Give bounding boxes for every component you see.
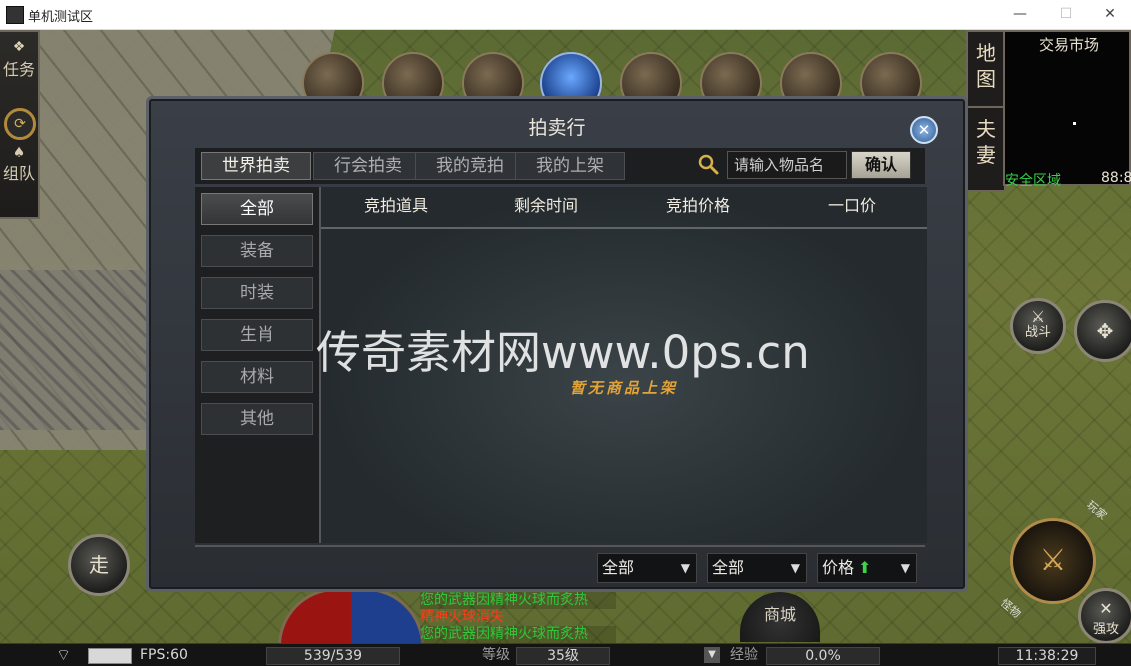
status-bar: ⌔ FPS:60 539/539 等级 35级 ▼ 经验 0.0% 11:38:… [0, 643, 1131, 666]
chat-line: 您的武器因精神火球而炙热 [420, 592, 616, 609]
filter-dropdown-1[interactable]: 全部 ▼ [597, 553, 697, 583]
hp-readout: 539/539 [266, 647, 400, 665]
exp-value: 0.0% [766, 647, 880, 665]
sword-icon: ✕ [1099, 599, 1113, 618]
chevron-down-icon: ▼ [900, 561, 910, 575]
filter-bar: 全部 ▼ 全部 ▼ 价格 ⬆ ▼ [195, 545, 925, 587]
chevron-down-icon: ▼ [790, 561, 800, 575]
clock: 11:38:29 [998, 647, 1096, 665]
map-name: 交易市场 [1038, 36, 1099, 54]
watermark: 传奇素材网www.0ps.cn [316, 326, 810, 379]
column-header: 竞拍道具 剩余时间 竞拍价格 一口价 [321, 187, 927, 229]
power-attack-button[interactable]: ✕ 强攻 [1078, 588, 1131, 644]
col-bid-price[interactable]: 竞拍价格 [623, 187, 773, 225]
confirm-button[interactable]: 确认 [851, 151, 911, 179]
tab-my-listings[interactable]: 我的上架 [515, 152, 625, 180]
category-zodiac[interactable]: 生肖 [201, 319, 313, 351]
category-fashion[interactable]: 时装 [201, 277, 313, 309]
close-window-button[interactable]: ✕ [1087, 0, 1131, 29]
app-icon [6, 6, 24, 24]
map-side-buttons: 地图 夫妻 [966, 30, 1006, 192]
minimap[interactable]: 交易市场 安全区域 88:85 [1003, 30, 1131, 189]
team-icon: ♠ [12, 145, 26, 161]
crossed-swords-icon: ⚔ [1030, 307, 1046, 326]
window-titlebar: 单机测试区 — ☐ ✕ [0, 0, 1131, 30]
col-buyout[interactable]: 一口价 [777, 187, 927, 225]
chat-log: 您的武器因精神火球而炙热 精神火球消失 您的武器因精神火球而炙热 [420, 592, 616, 644]
left-quest-bar: ❖ 任务 ⟳ ♠ 组队 [0, 30, 40, 219]
col-item[interactable]: 竞拍道具 [321, 187, 471, 225]
category-other[interactable]: 其他 [201, 403, 313, 435]
chevron-down-icon: ▼ [680, 561, 690, 575]
exp-label: 经验 [730, 647, 758, 663]
category-all[interactable]: 全部 [201, 193, 313, 225]
main-attack-button[interactable]: ⚔ [1010, 518, 1096, 604]
sword-icon: ⚔ [1039, 543, 1067, 578]
battery-icon [88, 648, 132, 664]
move-button[interactable]: ✥ [1074, 300, 1131, 362]
sort-price-dropdown[interactable]: 价格 ⬆ ▼ [817, 553, 917, 583]
search-input[interactable]: 请输入物品名 [727, 151, 847, 179]
battle-button[interactable]: ⚔ 战斗 [1010, 298, 1066, 354]
walk-button[interactable]: 走 [68, 534, 130, 596]
compass-icon: ✥ [1096, 319, 1114, 343]
spouse-button[interactable]: 夫妻 [968, 106, 1004, 180]
tab-my-bids[interactable]: 我的竞拍 [415, 152, 525, 180]
panel-title: 拍卖行 [528, 117, 586, 139]
map-button[interactable]: 地图 [968, 32, 1004, 106]
filter-dropdown-2[interactable]: 全部 ▼ [707, 553, 807, 583]
tab-guild-auction[interactable]: 行会拍卖 [313, 152, 423, 180]
chat-line: 您的武器因精神火球而炙热 [420, 626, 616, 643]
team-button[interactable]: 组队 [0, 164, 38, 183]
category-equipment[interactable]: 装备 [201, 235, 313, 267]
level-label: 等级 [482, 647, 510, 663]
minimize-button[interactable]: — [997, 0, 1043, 29]
level-value: 35级 [516, 647, 610, 665]
player-marker [1073, 122, 1076, 125]
col-time-left[interactable]: 剩余时间 [471, 187, 621, 225]
swap-icon[interactable]: ⟳ [4, 108, 36, 140]
category-list: 全部 装备 时装 生肖 材料 其他 [195, 187, 321, 543]
task-button[interactable]: 任务 [0, 60, 38, 79]
wifi-icon: ⌔ [56, 645, 72, 664]
quest-icon: ❖ [12, 39, 26, 55]
stone-pattern [0, 270, 160, 430]
dropdown-icon[interactable]: ▼ [704, 647, 720, 663]
chat-line: 精神火球消失 [420, 609, 504, 625]
close-icon[interactable]: ✕ [910, 116, 938, 144]
window-title: 单机测试区 [28, 10, 94, 25]
zone-label: 安全区域 [1005, 173, 1061, 189]
fps-readout: FPS:60 [140, 647, 188, 663]
search-icon[interactable] [697, 153, 719, 175]
category-materials[interactable]: 材料 [201, 361, 313, 393]
maximize-button[interactable]: ☐ [1043, 0, 1089, 29]
coordinates: 88:85 [1101, 170, 1131, 186]
tab-world-auction[interactable]: 世界拍卖 [201, 152, 311, 180]
arrow-up-icon: ⬆ [858, 558, 872, 577]
